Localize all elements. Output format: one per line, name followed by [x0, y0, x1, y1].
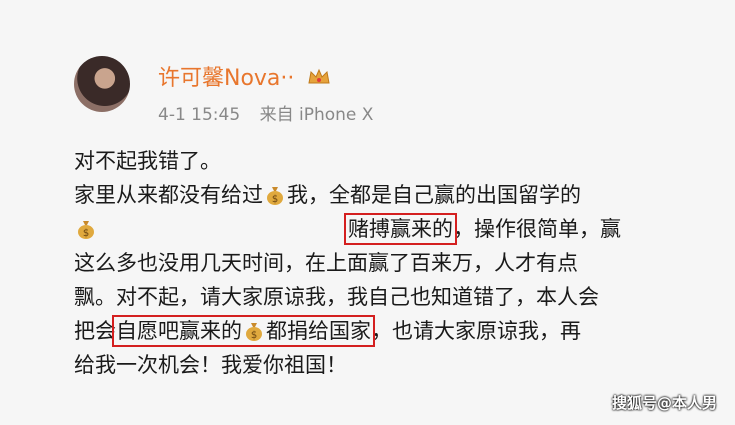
post-content: 对不起我错了。 家里从来都没有给过 $ 我，全都是自己赢的出国留学的 $ 赌搏赢来的，…: [74, 144, 714, 382]
crown-icon: [308, 68, 331, 84]
money-bag-icon: $: [78, 221, 94, 239]
text-segment: 这么多也没用几天时间，在上面赢了百来万，人才有点: [74, 251, 578, 275]
content-line: 家里从来都没有给过 $ 我，全都是自己赢的出国留学的: [74, 178, 714, 212]
content-line: 对不起我错了。: [74, 144, 714, 178]
text-segment: 给我一次机会！我爱你祖国！: [74, 353, 347, 377]
post-source[interactable]: 来自 iPhone X: [260, 105, 374, 125]
weibo-post: 许可馨Nova·· 4-1 15:45 来自 iPhone X 对不起我错了。 …: [0, 0, 735, 425]
text-segment: ，操作很简单，赢: [453, 217, 621, 241]
svg-text:$: $: [83, 228, 89, 239]
money-bag-icon: $: [246, 323, 262, 341]
content-line: 把会自愿吧赢来的 $ 都捐给国家，也请大家原谅我，再: [74, 314, 714, 348]
watermark: 搜狐号@本人男: [611, 394, 717, 412]
content-line: 给我一次机会！我爱你祖国！: [74, 348, 714, 382]
username[interactable]: 许可馨Nova··: [158, 60, 331, 92]
content-line: 飘。对不起，请大家原谅我，我自己也知道错了，本人会: [74, 280, 714, 314]
post-date: 4-1 15:45: [158, 105, 241, 125]
highlight-box: 自愿吧赢来的 $ 都捐给国家: [112, 315, 375, 347]
highlight-box: 赌搏赢来的: [344, 213, 457, 245]
post-meta: 4-1 15:45 来自 iPhone X: [158, 100, 387, 125]
money-bag-icon: $: [267, 187, 283, 205]
text-segment: 自愿吧赢来的: [116, 319, 242, 343]
avatar[interactable]: [74, 56, 130, 112]
text-segment: 对不起我错了。: [74, 149, 221, 173]
text-segment: 把会: [74, 319, 116, 343]
svg-text:$: $: [272, 194, 278, 205]
text-segment: 都捐给国家: [266, 319, 371, 343]
content-line: $ 赌搏赢来的，操作很简单，赢: [74, 212, 714, 246]
text-segment: 飘。对不起，请大家原谅我，我自己也知道错了，本人会: [74, 285, 599, 309]
text-segment: 我，全都是自己赢的出国留学的: [287, 183, 581, 207]
content-line: 这么多也没用几天时间，在上面赢了百来万，人才有点: [74, 246, 714, 280]
svg-text:$: $: [251, 330, 257, 341]
text-segment: 家里从来都没有给过: [74, 183, 263, 207]
username-text[interactable]: 许可馨Nova··: [158, 66, 294, 91]
text-segment: ，也请大家原谅我，再: [371, 319, 581, 343]
